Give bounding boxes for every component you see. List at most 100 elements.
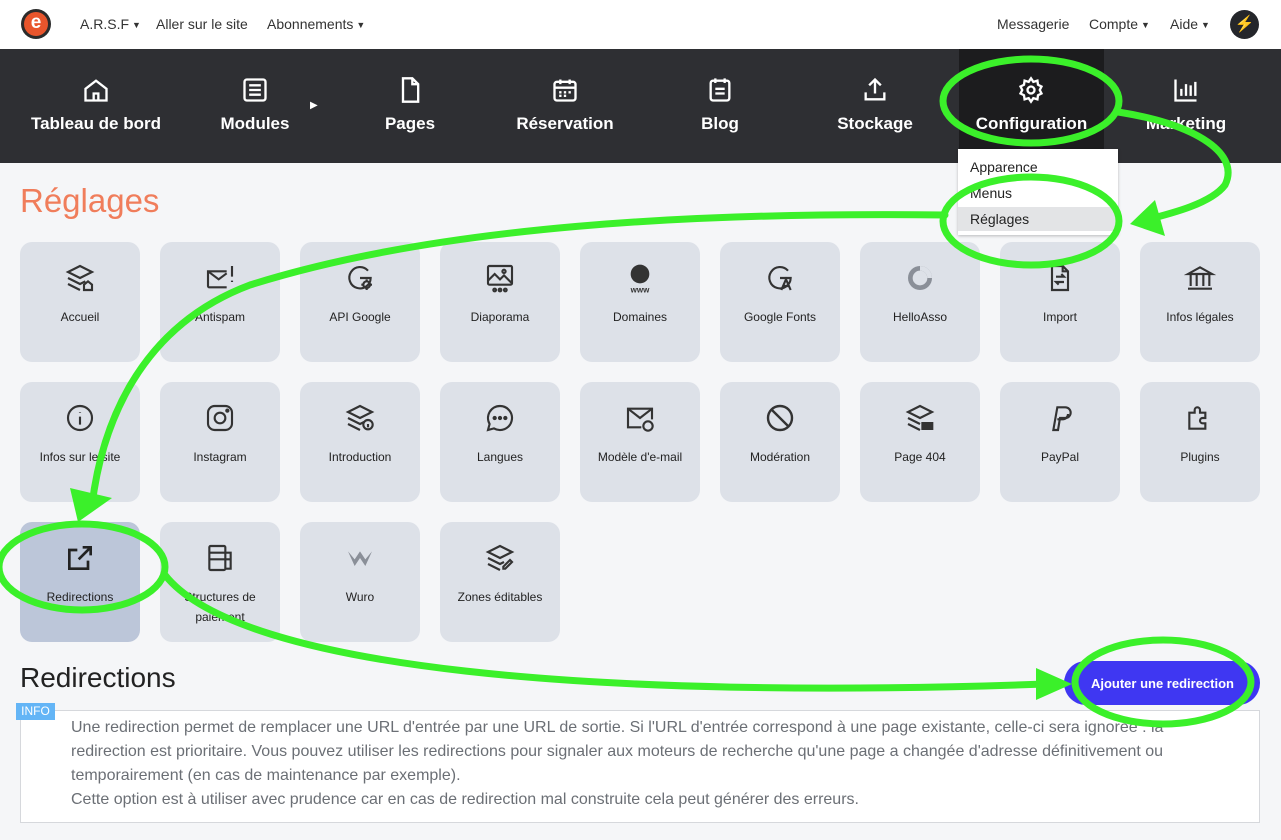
tile-langues[interactable]: Langues <box>440 382 560 502</box>
topnav-label: Aide <box>1170 16 1199 32</box>
nav-dashboard[interactable]: Tableau de bord <box>20 49 172 163</box>
layers-404-icon <box>905 404 935 431</box>
nav-label: Marketing <box>1145 114 1227 133</box>
tile-label: API Google <box>329 310 391 324</box>
nav-blog[interactable]: Blog <box>670 49 770 163</box>
tile-antispam[interactable]: Antispam <box>160 242 280 362</box>
caret-down-icon: ▼ <box>1201 20 1210 30</box>
tile-api-google[interactable]: API Google <box>300 242 420 362</box>
mail-palette-icon <box>626 407 654 432</box>
caret-down-icon: ▼ <box>356 20 366 30</box>
info-circle-icon <box>66 404 94 432</box>
ban-icon <box>766 404 794 432</box>
app-logo[interactable]: e <box>21 9 51 39</box>
tile-label: Infos sur le site <box>39 450 121 464</box>
topnav-help[interactable]: Aide ▼ <box>1170 16 1210 32</box>
slideshow-icon <box>486 264 514 293</box>
list-icon <box>243 78 267 102</box>
tile-zones-editables[interactable]: Zones éditables <box>440 522 560 642</box>
chat-bubble-icon <box>486 404 514 432</box>
tile-label: PayPal <box>1040 450 1080 464</box>
nav-pages[interactable]: Pages <box>360 49 460 163</box>
tile-instagram[interactable]: Instagram <box>160 382 280 502</box>
bar-chart-icon <box>1174 79 1197 102</box>
instagram-icon <box>206 404 234 432</box>
google-font-icon <box>768 266 792 291</box>
tile-label: Redirections <box>46 590 114 604</box>
dropdown-item-menus[interactable]: Menus <box>958 181 1118 205</box>
nav-configuration[interactable]: Configuration <box>959 49 1104 163</box>
tile-label: Diaporama <box>470 310 530 324</box>
tile-label: Infos légales <box>1166 310 1234 324</box>
blog-icon <box>709 78 731 102</box>
tile-accueil[interactable]: Accueil <box>20 242 140 362</box>
tile-diaporama[interactable]: Diaporama <box>440 242 560 362</box>
tile-label: Langues <box>476 450 524 464</box>
nav-storage[interactable]: Stockage <box>825 49 925 163</box>
dropdown-item-reglages[interactable]: Réglages <box>958 207 1118 231</box>
tile-paypal[interactable]: PayPal <box>1000 382 1120 502</box>
nav-label: Configuration <box>975 114 1088 133</box>
tile-google-fonts[interactable]: Google Fonts <box>720 242 840 362</box>
tile-modele-email[interactable]: Modèle d'e-mail <box>580 382 700 502</box>
lightning-icon[interactable]: ⚡ <box>1230 10 1259 39</box>
upload-icon <box>864 77 886 101</box>
add-redirection-button[interactable]: Ajouter une redirection <box>1064 661 1260 705</box>
annotation-arrow-3 <box>161 571 1049 692</box>
tile-label: Modèle d'e-mail <box>597 450 683 464</box>
topnav-account[interactable]: Compte ▼ <box>1089 16 1150 32</box>
topnav-label: Compte <box>1089 16 1139 32</box>
puzzle-icon <box>1188 406 1207 430</box>
building-columns-icon <box>1184 266 1216 290</box>
layers-edit-icon <box>485 544 515 571</box>
nav-label: Blog <box>701 114 739 133</box>
tile-helloasso[interactable]: HelloAsso <box>860 242 980 362</box>
tile-structures-de-paiement[interactable]: Structures de paiement <box>160 522 280 642</box>
tile-moderation[interactable]: Modération <box>720 382 840 502</box>
file-import-icon <box>1050 264 1070 292</box>
tile-infos-legales[interactable]: Infos légales <box>1140 242 1260 362</box>
configuration-dropdown: Apparence Menus Réglages <box>958 149 1118 235</box>
page-icon <box>401 77 420 103</box>
chevron-right-icon[interactable]: ▶ <box>310 100 318 111</box>
info-text: Une redirection permet de remplacer une … <box>71 716 1231 812</box>
topnav-account-selector[interactable]: A.R.S.F ▼ <box>80 16 141 32</box>
external-link-icon <box>68 546 92 570</box>
tile-infos-sur-le-site[interactable]: Infos sur le site <box>20 382 140 502</box>
topnav-go-to-site[interactable]: Aller sur le site <box>156 16 248 32</box>
tile-page-404[interactable]: Page 404 <box>860 382 980 502</box>
mail-alert-icon <box>206 266 234 289</box>
layers-home-icon <box>65 264 95 292</box>
calendar-icon <box>553 79 577 102</box>
nav-label: Tableau de bord <box>30 114 162 133</box>
paypal-icon <box>1052 406 1072 432</box>
google-settings-icon <box>348 266 372 290</box>
tile-label: Antispam <box>194 310 246 324</box>
tile-redirections[interactable]: Redirections <box>20 522 140 642</box>
globe-www-icon: www <box>630 264 650 294</box>
nav-label: Modules <box>220 114 290 133</box>
topnav-messaging[interactable]: Messagerie <box>997 16 1069 32</box>
database-icon <box>208 544 232 572</box>
tile-plugins[interactable]: Plugins <box>1140 382 1260 502</box>
info-paragraph: Cette option est à utiliser avec prudenc… <box>71 791 859 808</box>
tile-introduction[interactable]: Introduction <box>300 382 420 502</box>
tile-label: Domaines <box>612 310 668 324</box>
tile-label: Instagram <box>193 450 247 464</box>
nav-modules[interactable]: Modules <box>190 49 320 163</box>
topnav-label: Messagerie <box>997 16 1070 32</box>
tile-import[interactable]: Import <box>1000 242 1120 362</box>
layers-info-icon <box>345 404 375 431</box>
dropdown-item-apparence[interactable]: Apparence <box>958 155 1118 179</box>
info-paragraph: Une redirection permet de remplacer une … <box>71 719 1164 784</box>
tile-domaines[interactable]: www Domaines <box>580 242 700 362</box>
tile-label: Google Fonts <box>743 310 817 324</box>
info-badge: INFO <box>16 703 55 720</box>
nav-reservation[interactable]: Réservation <box>505 49 625 163</box>
topnav-subscriptions[interactable]: Abonnements ▼ <box>267 16 365 32</box>
top-bar: e A.R.S.F ▼ Aller sur le site Abonnements… <box>0 0 1281 49</box>
tile-label: Structures de paiement <box>184 590 256 624</box>
tile-wuro[interactable]: Wuro <box>300 522 420 642</box>
nav-marketing[interactable]: Marketing <box>1136 49 1236 163</box>
tile-label: HelloAsso <box>892 310 948 324</box>
